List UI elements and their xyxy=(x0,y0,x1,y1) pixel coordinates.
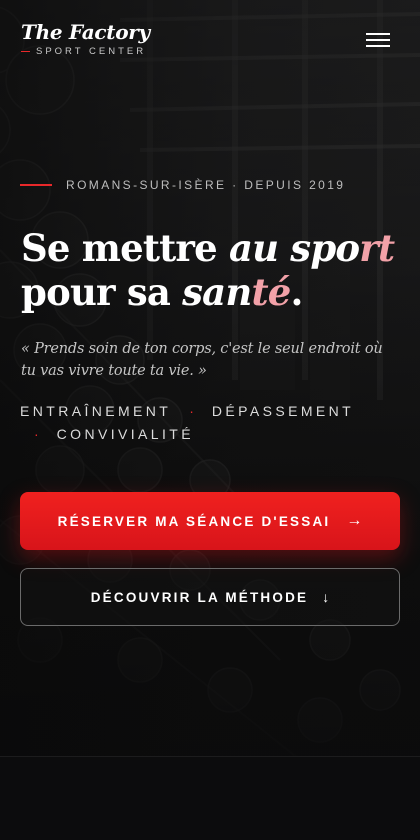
hero-eyebrow: ROMANS-SUR-ISÈRE · DEPUIS 2019 xyxy=(20,178,345,192)
brand-subtitle-row: SPORT CENTER xyxy=(21,46,150,57)
hero-headline: Se mettre au sport pour sa santé. xyxy=(21,226,401,314)
eyebrow-accent-line xyxy=(20,184,52,186)
value-training: ENTRAÎNEMENT xyxy=(20,403,172,419)
value-separator: · xyxy=(189,403,194,419)
headline-emphasis-2-white: san xyxy=(182,270,252,314)
headline-emphasis-1: au sport xyxy=(228,226,395,270)
discover-method-label: DÉCOUVRIR LA MÉTHODE xyxy=(90,589,309,605)
headline-text-1: Se mettre xyxy=(21,226,229,270)
hero-values: ENTRAÎNEMENT · DÉPASSEMENT · CONVIVIALITÉ xyxy=(20,400,400,446)
brand-logo[interactable]: The Factory SPORT CENTER xyxy=(21,20,150,57)
hero-quote: « Prends soin de ton corps, c'est le seu… xyxy=(21,341,383,379)
brand-subtitle: SPORT CENTER xyxy=(36,46,147,57)
discover-method-button[interactable]: DÉCOUVRIR LA MÉTHODE ↓ xyxy=(20,568,400,626)
headline-emphasis-1-white: au spo xyxy=(228,226,360,270)
value-separator: · xyxy=(34,426,39,442)
eyebrow-text: ROMANS-SUR-ISÈRE · DEPUIS 2019 xyxy=(66,178,346,192)
book-trial-label: RÉSERVER MA SÉANCE D'ESSAI xyxy=(57,513,331,529)
value-conviviality: CONVIVIALITÉ xyxy=(56,426,194,442)
brand-accent-dash xyxy=(21,50,30,53)
headline-period: . xyxy=(290,270,303,314)
headline-text-2: pour sa xyxy=(21,270,183,314)
arrow-right-icon: → xyxy=(346,512,363,529)
book-trial-session-button[interactable]: RÉSERVER MA SÉANCE D'ESSAI → xyxy=(20,492,400,550)
headline-emphasis-2-pink: té xyxy=(251,270,291,314)
headline-emphasis-1-pink: rt xyxy=(359,226,395,270)
arrow-down-icon: ↓ xyxy=(322,589,330,605)
value-surpassing: DÉPASSEMENT xyxy=(211,403,355,419)
headline-emphasis-2: santé xyxy=(182,270,291,314)
next-section-edge xyxy=(0,756,420,840)
hamburger-menu-icon[interactable] xyxy=(366,31,392,49)
brand-title: The Factory xyxy=(21,20,150,44)
